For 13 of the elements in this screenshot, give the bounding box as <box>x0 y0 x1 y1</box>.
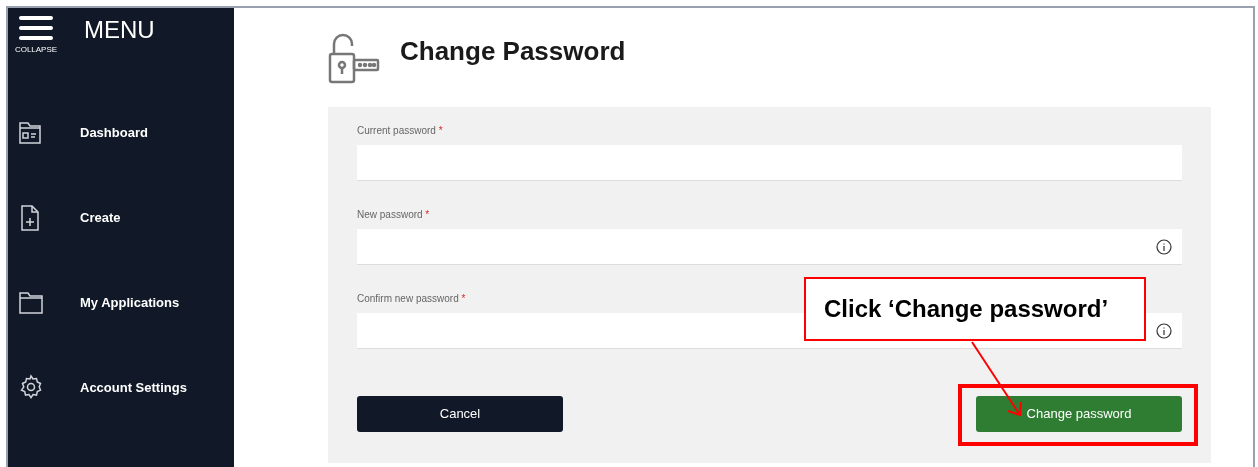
sidebar-item[interactable]: Dashboard <box>80 122 148 143</box>
cancel-button[interactable]: Cancel <box>357 396 563 432</box>
callout-tooltip: Click ‘Change password’ <box>804 277 1146 341</box>
field-label: New password * <box>357 208 430 219</box>
change-password-button[interactable]: Change password <box>976 396 1182 432</box>
collapse-label[interactable]: COLLAPSE <box>14 46 58 54</box>
field-label: Confirm new password * <box>357 292 466 303</box>
sidebar-item[interactable]: Create <box>80 207 121 228</box>
page-title: Change Password <box>400 35 626 68</box>
menu-title: MENU <box>84 18 155 42</box>
field-label: Current password * <box>357 124 443 135</box>
sidebar-item[interactable]: My Applications <box>80 292 180 313</box>
sidebar-item[interactable]: Account Settings <box>80 377 187 398</box>
